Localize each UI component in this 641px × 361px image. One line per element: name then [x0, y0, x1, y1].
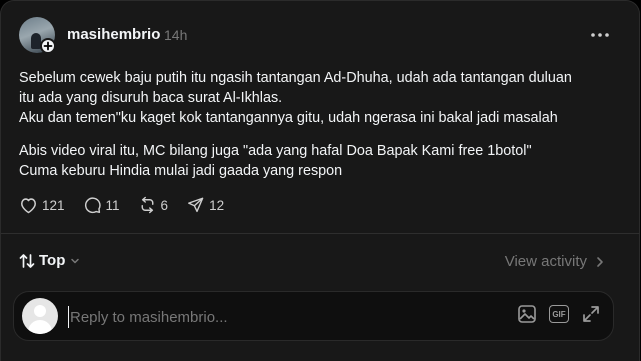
gif-icon: GIF [549, 305, 569, 323]
post-line: Aku dan temen"ku kaget kok tantangannya … [19, 110, 558, 126]
repost-count: 6 [160, 197, 169, 213]
chevron-down-icon [71, 258, 80, 263]
post-line: Sebelum cewek baju putih itu ngasih tant… [19, 70, 572, 86]
comment-icon [84, 197, 101, 214]
image-icon [518, 305, 536, 323]
reply-button[interactable]: 11 [83, 196, 120, 214]
send-icon [188, 197, 204, 213]
share-button[interactable]: 12 [186, 196, 224, 214]
post-line: Cuma keburu Hindia mulai jadi gaada yang… [19, 163, 343, 179]
heart-icon [21, 198, 36, 214]
post-line: itu ada yang disuruh baca surat Al-Ikhla… [19, 90, 283, 106]
current-user-avatar [22, 298, 58, 334]
reply-composer: GIF [13, 291, 614, 341]
post-time: 14h [164, 27, 188, 43]
sort-label: Top [39, 252, 66, 269]
follow-button[interactable] [40, 38, 56, 54]
post-actions: 121 11 6 12 [19, 194, 242, 216]
avatar-body [28, 320, 52, 334]
post-card: masihembrio 14h Sebelum cewek baju putih… [0, 0, 640, 361]
expand-icon [583, 306, 599, 322]
share-count: 12 [209, 197, 225, 213]
reply-count: 11 [105, 197, 120, 213]
more-options-button[interactable] [587, 25, 613, 45]
like-count: 121 [42, 197, 65, 213]
section-divider [1, 233, 640, 234]
more-horizontal-icon [591, 33, 609, 37]
like-button[interactable]: 121 [19, 196, 65, 214]
avatar-head [34, 305, 46, 317]
view-activity-label: View activity [504, 253, 587, 270]
expand-composer-button[interactable] [581, 304, 601, 324]
plus-icon [43, 41, 53, 51]
reply-input[interactable] [68, 306, 372, 328]
sort-arrows-icon [19, 253, 35, 268]
attach-gif-button[interactable]: GIF [549, 305, 569, 323]
post-paragraph-2: Abis video viral itu, MC bilang juga "ad… [19, 141, 619, 181]
author-username[interactable]: masihembrio [67, 26, 160, 43]
chevron-right-icon [597, 256, 603, 267]
reply-tools: GIF [505, 304, 601, 324]
view-activity-link[interactable]: View activity [505, 253, 607, 270]
repost-button[interactable]: 6 [138, 196, 169, 214]
sort-dropdown[interactable]: Top [19, 252, 81, 269]
post-paragraph-1: Sebelum cewek baju putih itu ngasih tant… [19, 68, 619, 128]
attach-image-button[interactable] [517, 304, 537, 324]
post-line: Abis video viral itu, MC bilang juga "ad… [19, 143, 532, 159]
repost-icon [141, 196, 154, 214]
